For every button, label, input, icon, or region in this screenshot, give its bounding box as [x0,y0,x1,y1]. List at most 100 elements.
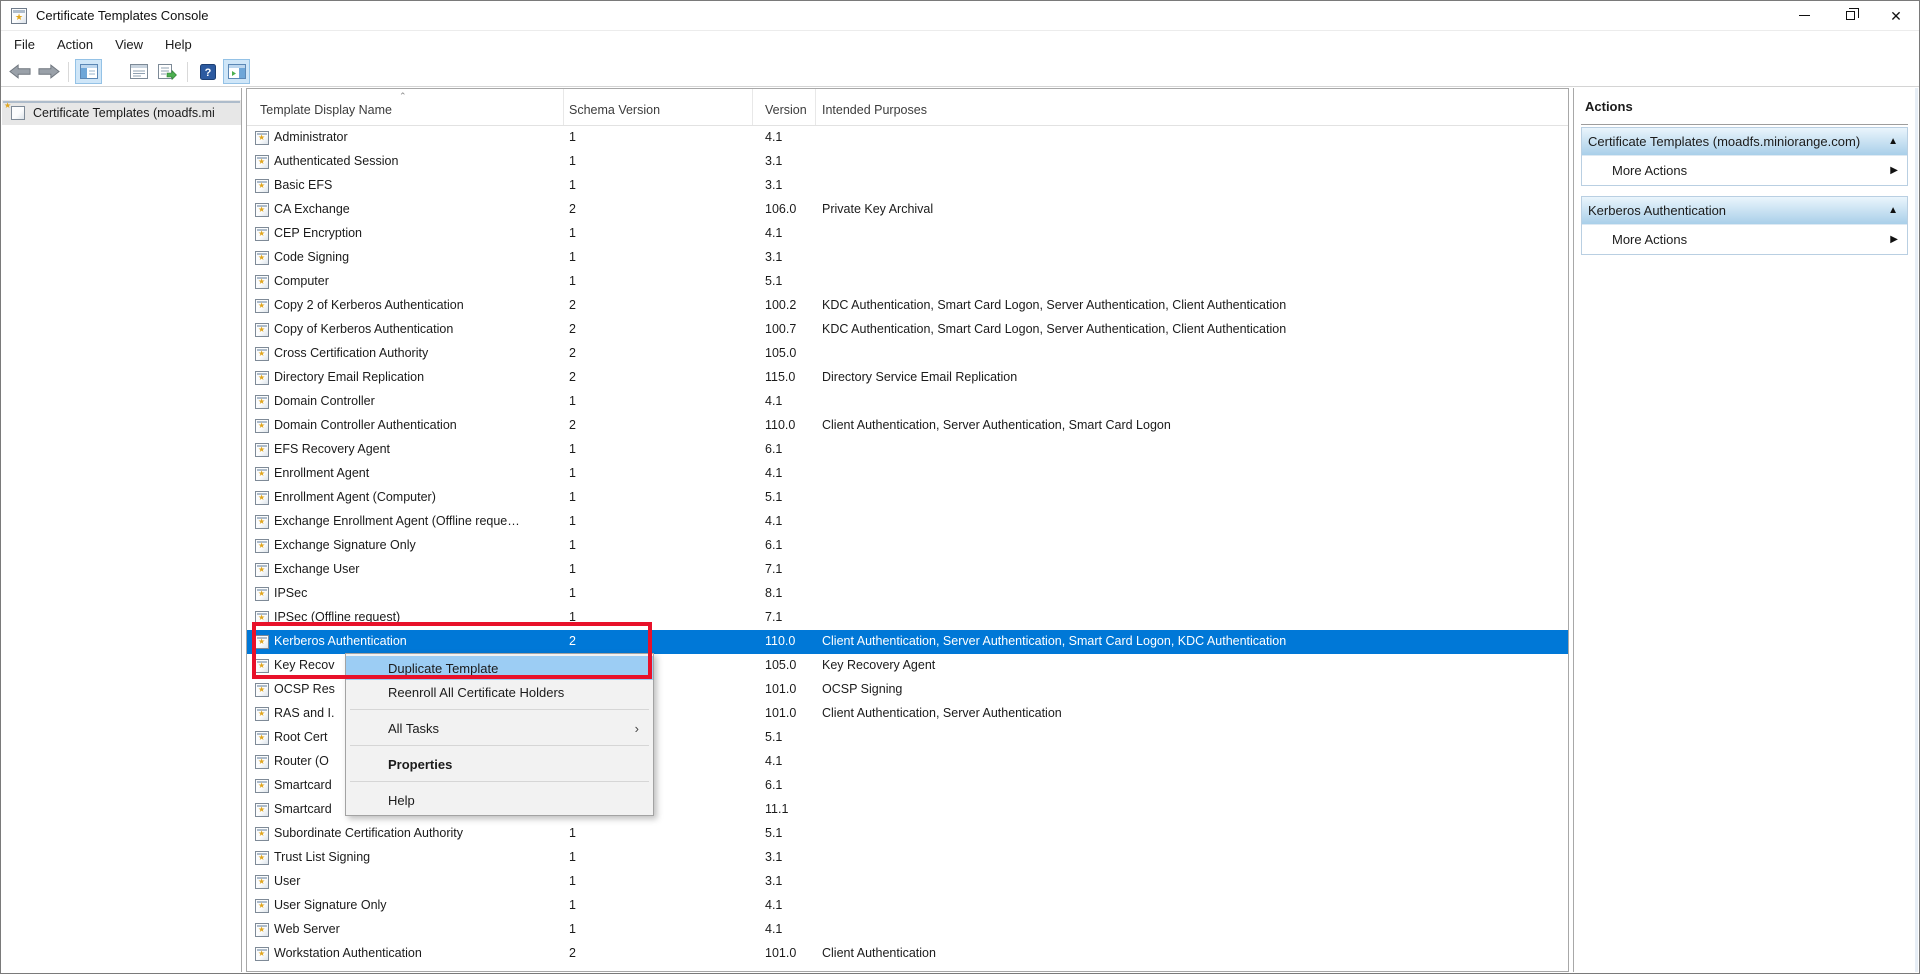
table-row[interactable]: CEP Encryption14.1 [247,222,1568,246]
table-row[interactable]: User Signature Only14.1 [247,894,1568,918]
more-actions-item[interactable]: More Actions▶ [1582,155,1907,185]
column-separator[interactable] [752,89,753,125]
certificate-template-icon [255,203,269,217]
table-row[interactable]: Copy of Kerberos Authentication2100.7KDC… [247,318,1568,342]
certificate-template-icon [255,131,269,145]
cell-version: 4.1 [765,754,782,768]
close-button[interactable]: ✕ [1873,1,1919,30]
table-row[interactable]: Enrollment Agent (Computer)15.1 [247,486,1568,510]
show-console-tree-button[interactable] [75,59,102,84]
cell-template-name: Trust List Signing [274,850,370,864]
table-row[interactable]: Cross Certification Authority2105.0 [247,342,1568,366]
tree-item-certificate-templates[interactable]: Certificate Templates (moadfs.mi [2,100,241,125]
cell-schema-version: 1 [569,250,576,264]
column-header-schema-version[interactable]: Schema Version [569,103,660,117]
sort-ascending-icon: ⌃ [399,91,407,102]
menu-file[interactable]: File [3,33,46,56]
cell-intended-purposes: Client Authentication, Server Authentica… [822,706,1062,720]
table-row[interactable]: Basic EFS13.1 [247,174,1568,198]
table-row[interactable]: Trust List Signing13.1 [247,846,1568,870]
table-row[interactable]: Enrollment Agent14.1 [247,462,1568,486]
table-row[interactable]: IPSec (Offline request)17.1 [247,606,1568,630]
minimize-button[interactable] [1781,1,1827,30]
cell-intended-purposes: Key Recovery Agent [822,658,935,672]
table-row[interactable]: Code Signing13.1 [247,246,1568,270]
menu-item-reenroll-all-certificate-holders[interactable]: Reenroll All Certificate Holders [346,680,653,704]
table-row[interactable]: Web Server14.1 [247,918,1568,942]
cell-intended-purposes: Private Key Archival [822,202,933,216]
cell-version: 101.0 [765,946,796,960]
help-button[interactable]: ? [194,59,221,84]
column-header-template-display-name[interactable]: Template Display Name [260,103,392,117]
cell-version: 6.1 [765,538,782,552]
actions-section: Kerberos Authentication▲More Actions▶ [1581,196,1908,255]
certificate-template-icon [255,755,269,769]
table-row[interactable]: Domain Controller14.1 [247,390,1568,414]
column-separator[interactable] [563,89,564,125]
table-row[interactable]: EFS Recovery Agent16.1 [247,438,1568,462]
tree-item-label: Certificate Templates (moadfs.mi [33,106,215,120]
cell-template-name: EFS Recovery Agent [274,442,390,456]
cell-version: 6.1 [765,778,782,792]
table-row[interactable]: Authenticated Session13.1 [247,150,1568,174]
table-row[interactable]: Workstation Authentication2101.0Client A… [247,942,1568,966]
table-row[interactable]: Subordinate Certification Authority15.1 [247,822,1568,846]
cell-template-name: Exchange Signature Only [274,538,416,552]
column-header-version[interactable]: Version [765,103,807,117]
actions-section-gap [1581,186,1908,194]
column-separator[interactable] [815,89,816,125]
table-row[interactable]: Kerberos Authentication2110.0Client Auth… [247,630,1568,654]
table-row[interactable]: Copy 2 of Kerberos Authentication2100.2K… [247,294,1568,318]
show-action-pane-button[interactable] [223,59,250,84]
menu-item-all-tasks[interactable]: All Tasks› [346,716,653,740]
chevron-right-icon: ▶ [1890,234,1898,245]
actions-section-header-kerberos-authentication[interactable]: Kerberos Authentication▲ [1582,197,1907,224]
table-row[interactable]: Exchange Signature Only16.1 [247,534,1568,558]
certificate-template-icon [255,467,269,481]
menu-item-properties[interactable]: Properties [346,752,653,776]
toolbar: ? [1,57,1919,87]
table-row[interactable]: IPSec18.1 [247,582,1568,606]
cell-schema-version: 2 [569,322,576,336]
cell-version: 4.1 [765,898,782,912]
table-row[interactable]: Exchange Enrollment Agent (Offline reque… [247,510,1568,534]
cell-schema-version: 1 [569,178,576,192]
menu-item-help[interactable]: Help [346,788,653,812]
restore-button[interactable] [1827,1,1873,30]
window-title: Certificate Templates Console [36,8,208,23]
export-list-button[interactable] [154,59,181,84]
table-row[interactable]: Exchange User17.1 [247,558,1568,582]
export-list-icon [158,64,177,80]
cell-schema-version: 1 [569,922,576,936]
cell-version: 6.1 [765,442,782,456]
column-header-intended-purposes[interactable]: Intended Purposes [822,103,927,117]
menu-view[interactable]: View [104,33,154,56]
cell-version: 110.0 [765,418,795,432]
cell-template-name: CA Exchange [274,202,350,216]
table-row[interactable]: Computer15.1 [247,270,1568,294]
properties-button[interactable] [125,59,152,84]
cell-version: 7.1 [765,610,782,624]
certificate-template-icon [255,155,269,169]
cell-template-name: OCSP Res [274,682,335,696]
actions-scrollbar[interactable] [1915,88,1918,972]
certificate-template-icon [255,515,269,529]
menu-help[interactable]: Help [154,33,203,56]
menu-action[interactable]: Action [46,33,104,56]
chevron-up-icon: ▲ [1888,136,1898,147]
help-icon: ? [200,64,216,80]
table-row[interactable]: User13.1 [247,870,1568,894]
more-actions-item[interactable]: More Actions▶ [1582,224,1907,254]
table-row[interactable]: Domain Controller Authentication2110.0Cl… [247,414,1568,438]
certificate-template-icon [255,611,269,625]
cell-schema-version: 1 [569,874,576,888]
actions-section-header-certificate-templates-moadfs-miniorange-com-[interactable]: Certificate Templates (moadfs.miniorange… [1582,128,1907,155]
table-row[interactable]: Directory Email Replication2115.0Directo… [247,366,1568,390]
back-button[interactable] [6,59,33,84]
cell-schema-version: 2 [569,370,576,384]
restore-icon [1846,11,1855,20]
forward-button[interactable] [35,59,62,84]
table-row[interactable]: CA Exchange2106.0Private Key Archival [247,198,1568,222]
table-row[interactable]: Administrator14.1 [247,126,1568,150]
menu-item-duplicate-template[interactable]: Duplicate Template [346,656,653,680]
